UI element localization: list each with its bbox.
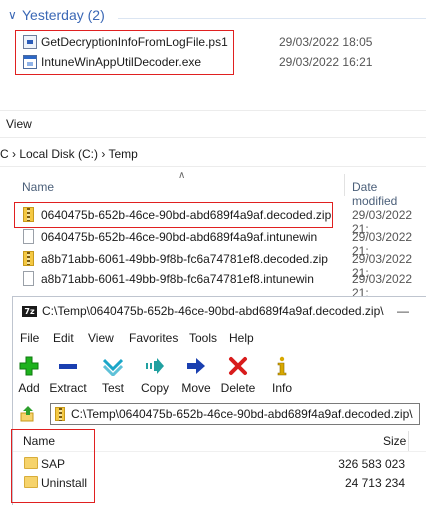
folder-size: 24 713 234 bbox=[344, 476, 405, 490]
column-headers: ∧ Name Date modified bbox=[0, 170, 426, 208]
group-divider bbox=[118, 18, 426, 19]
info-icon bbox=[277, 356, 287, 376]
column-separator[interactable] bbox=[408, 431, 409, 451]
window-title: C:\Temp\0640475b-652b-46ce-90bd-abd689f4… bbox=[42, 304, 384, 318]
menu-file[interactable]: File bbox=[20, 331, 39, 345]
path-bar: C:\Temp\0640475b-652b-46ce-90bd-abd689f4… bbox=[13, 401, 426, 427]
test-icon bbox=[103, 358, 123, 376]
column-header-date-modified[interactable]: Date modified bbox=[352, 180, 426, 208]
column-header-size[interactable]: Size bbox=[383, 434, 406, 448]
menu-tools[interactable]: Tools bbox=[189, 331, 217, 345]
document-icon bbox=[23, 229, 34, 244]
add-button[interactable]: Add bbox=[16, 353, 42, 397]
highlight-box-archive-contents bbox=[11, 429, 95, 503]
copy-button[interactable]: Copy bbox=[136, 353, 174, 397]
toolbar-label: Move bbox=[181, 381, 211, 395]
document-icon bbox=[23, 271, 34, 286]
toolbar-label: Test bbox=[101, 381, 124, 395]
zip-icon bbox=[23, 251, 34, 266]
zip-icon bbox=[55, 407, 65, 421]
toolbar-label: Copy bbox=[140, 381, 169, 395]
menu-favorites[interactable]: Favorites bbox=[129, 331, 178, 345]
file-date: 29/03/2022 18:05 bbox=[279, 35, 373, 49]
column-header-name[interactable]: Name bbox=[22, 180, 54, 194]
menu-bar: File Edit View Favorites Tools Help bbox=[13, 331, 426, 349]
path-input[interactable]: C:\Temp\0640475b-652b-46ce-90bd-abd689f4… bbox=[50, 403, 420, 425]
group-title: Yesterday (2) bbox=[22, 7, 105, 23]
up-folder-icon[interactable] bbox=[19, 405, 37, 423]
highlight-box-downloads bbox=[15, 30, 234, 75]
sevenzip-logo-icon: 7z bbox=[22, 306, 37, 317]
toolbar-label: Add bbox=[18, 381, 40, 395]
ribbon-tab-view[interactable]: View bbox=[6, 117, 32, 131]
file-name: a8b71abb-6061-49bb-9f8b-fc6a74781ef8.int… bbox=[41, 272, 314, 286]
menu-edit[interactable]: Edit bbox=[53, 331, 74, 345]
copy-icon bbox=[146, 358, 164, 374]
list-item[interactable]: a8b71abb-6061-49bb-9f8b-fc6a74781ef8.dec… bbox=[0, 249, 426, 280]
move-button[interactable]: Move bbox=[177, 353, 215, 397]
group-header-yesterday[interactable]: ∨ Yesterday (2) bbox=[0, 6, 426, 26]
breadcrumb[interactable]: C › Local Disk (C:) › Temp bbox=[0, 147, 138, 161]
file-date: 29/03/2022 16:21 bbox=[279, 55, 373, 69]
sevenzip-window: 7z C:\Temp\0640475b-652b-46ce-90bd-abd68… bbox=[11, 296, 426, 505]
file-name: a8b71abb-6061-49bb-9f8b-fc6a74781ef8.dec… bbox=[41, 252, 328, 266]
toolbar-label: Extract bbox=[49, 381, 87, 395]
delete-icon bbox=[229, 357, 247, 375]
column-separator[interactable] bbox=[344, 174, 345, 196]
test-button[interactable]: Test bbox=[94, 353, 132, 397]
list-item[interactable]: 0640475b-652b-46ce-90bd-abd689f4a9af.int… bbox=[0, 227, 426, 258]
sort-ascending-icon: ∧ bbox=[178, 170, 186, 181]
extract-button[interactable]: Extract bbox=[44, 353, 92, 397]
move-icon bbox=[187, 358, 205, 374]
folder-size: 326 583 023 bbox=[338, 457, 405, 471]
extract-icon bbox=[59, 364, 77, 369]
menu-view[interactable]: View bbox=[88, 331, 114, 345]
highlight-box-decoded-zip bbox=[14, 202, 333, 228]
explorer-ribbon: View bbox=[0, 110, 426, 138]
path-text: C:\Temp\0640475b-652b-46ce-90bd-abd689f4… bbox=[71, 407, 413, 421]
minimize-button[interactable]: — bbox=[397, 304, 409, 318]
add-icon bbox=[19, 356, 39, 376]
menu-help[interactable]: Help bbox=[229, 331, 254, 345]
info-button[interactable]: Info bbox=[267, 353, 297, 397]
delete-button[interactable]: Delete bbox=[217, 353, 259, 397]
toolbar-label: Info bbox=[271, 381, 292, 395]
window-titlebar[interactable]: 7z C:\Temp\0640475b-652b-46ce-90bd-abd68… bbox=[13, 297, 426, 327]
chevron-down-icon[interactable]: ∨ bbox=[8, 8, 17, 22]
address-bar[interactable]: C › Local Disk (C:) › Temp bbox=[0, 140, 426, 167]
list-item[interactable]: a8b71abb-6061-49bb-9f8b-fc6a74781ef8.int… bbox=[0, 269, 426, 300]
file-name: 0640475b-652b-46ce-90bd-abd689f4a9af.int… bbox=[41, 230, 318, 244]
toolbar-label: Delete bbox=[220, 381, 256, 395]
